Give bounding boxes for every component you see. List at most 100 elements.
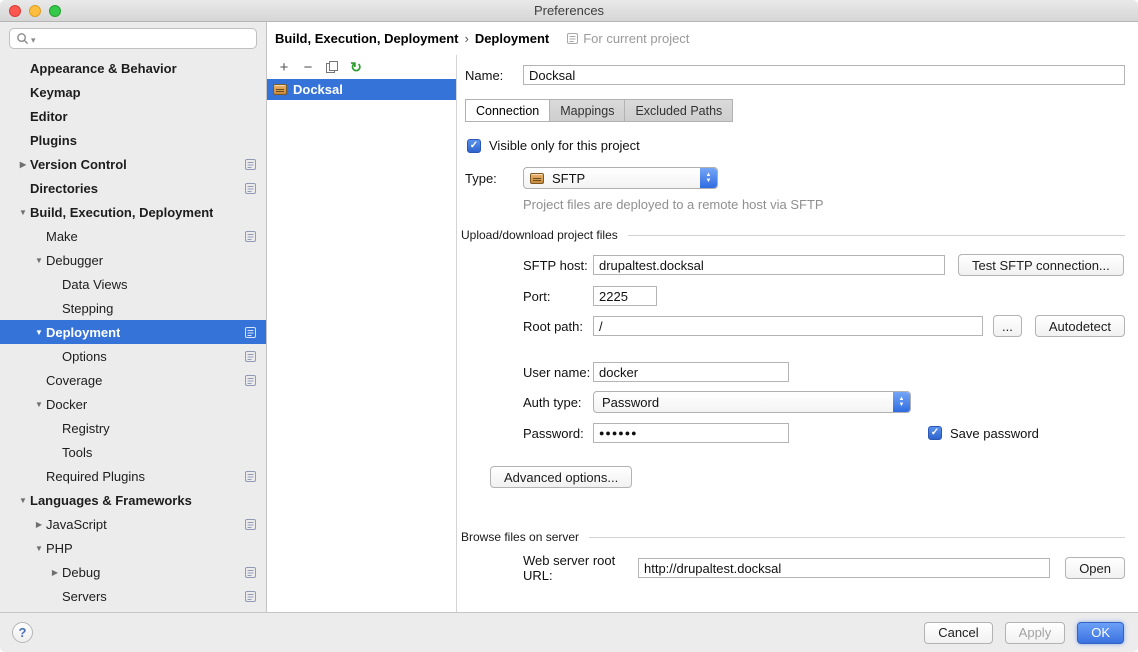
sidebar-item-appearance-behavior[interactable]: Appearance & Behavior (0, 56, 266, 80)
chevron-right-icon[interactable] (32, 520, 46, 529)
sftp-host-input[interactable] (593, 255, 945, 275)
breadcrumb: Build, Execution, Deployment › Deploymen… (267, 22, 1138, 55)
sidebar-item-languages-frameworks[interactable]: Languages & Frameworks (0, 488, 266, 512)
sftp-type-icon (530, 173, 544, 184)
sidebar-item-registry[interactable]: Registry (0, 416, 266, 440)
settings-search-box[interactable] (9, 28, 257, 49)
type-dropdown[interactable]: SFTP (523, 167, 718, 189)
auth-type-value: Password (594, 395, 893, 410)
sidebar-item-debugger[interactable]: Debugger (0, 248, 266, 272)
sidebar-item-make[interactable]: Make (0, 224, 266, 248)
sidebar-item-debug[interactable]: Debug (0, 560, 266, 584)
chevron-down-icon[interactable] (32, 544, 46, 553)
password-input[interactable] (593, 423, 789, 443)
name-label: Name: (465, 68, 523, 83)
window-controls (9, 5, 61, 17)
browse-section-title: Browse files on server (461, 530, 579, 544)
type-value: SFTP (544, 171, 700, 186)
root-path-label: Root path: (523, 319, 593, 334)
sidebar-item-coverage[interactable]: Coverage (0, 368, 266, 392)
minimize-window-button[interactable] (29, 5, 41, 17)
sftp-server-icon (273, 84, 287, 95)
password-label: Password: (523, 426, 593, 441)
sidebar-item-php[interactable]: PHP (0, 536, 266, 560)
titlebar: Preferences (0, 0, 1138, 22)
sidebar-item-docker[interactable]: Docker (0, 392, 266, 416)
sidebar-item-deployment[interactable]: Deployment (0, 320, 266, 344)
open-url-button[interactable]: Open (1065, 557, 1125, 579)
auth-type-label: Auth type: (523, 395, 593, 410)
save-password-label: Save password (950, 426, 1039, 441)
servers-pane: Docksal (267, 55, 457, 612)
dropdown-stepper-icon (893, 392, 910, 412)
sidebar-item-editor[interactable]: Editor (0, 104, 266, 128)
sidebar-item-servers[interactable]: Servers (0, 584, 266, 608)
user-name-input[interactable] (593, 362, 789, 382)
chevron-down-icon[interactable] (16, 496, 30, 505)
chevron-down-icon[interactable] (32, 256, 46, 265)
help-button[interactable]: ? (12, 622, 33, 643)
sidebar-item-build-execution-deployment[interactable]: Build, Execution, Deployment (0, 200, 266, 224)
search-icon (16, 32, 29, 45)
server-list-item[interactable]: Docksal (267, 79, 456, 100)
sidebar-item-data-views[interactable]: Data Views (0, 272, 266, 296)
user-name-label: User name: (523, 365, 593, 380)
sync-server-button[interactable] (347, 58, 365, 76)
chevron-down-icon[interactable] (16, 208, 30, 217)
sidebar-item-keymap[interactable]: Keymap (0, 80, 266, 104)
cancel-button[interactable]: Cancel (924, 622, 992, 644)
section-divider (589, 537, 1125, 538)
save-password-checkbox[interactable] (928, 426, 942, 440)
sidebar-item-required-plugins[interactable]: Required Plugins (0, 464, 266, 488)
apply-button[interactable]: Apply (1005, 622, 1066, 644)
preferences-window: Preferences Appearance & Behavior Keymap… (0, 0, 1138, 652)
settings-tree: Appearance & Behavior Keymap Editor Plug… (0, 56, 266, 612)
dialog-footer: ? Cancel Apply OK (0, 612, 1138, 652)
chevron-right-icon[interactable] (48, 568, 62, 577)
chevron-down-icon[interactable] (32, 328, 46, 337)
browse-root-path-button[interactable]: ... (993, 315, 1022, 337)
auth-type-dropdown[interactable]: Password (593, 391, 911, 413)
web-root-label: Web server root URL: (523, 553, 638, 583)
project-settings-icon (245, 327, 256, 338)
root-path-input[interactable] (593, 316, 983, 336)
test-connection-button[interactable]: Test SFTP connection... (958, 254, 1124, 276)
server-name: Docksal (293, 82, 343, 97)
project-settings-icon (567, 33, 578, 44)
server-list: Docksal (267, 79, 456, 100)
chevron-down-icon[interactable] (32, 400, 46, 409)
name-input[interactable] (523, 65, 1125, 85)
project-settings-icon (245, 375, 256, 386)
zoom-window-button[interactable] (49, 5, 61, 17)
sidebar-item-plugins[interactable]: Plugins (0, 128, 266, 152)
tab-mappings[interactable]: Mappings (549, 99, 625, 122)
remove-server-button[interactable] (299, 58, 317, 76)
sidebar-item-stepping[interactable]: Stepping (0, 296, 266, 320)
add-server-button[interactable] (275, 58, 293, 76)
search-input[interactable] (38, 29, 252, 48)
breadcrumb-parent[interactable]: Build, Execution, Deployment (275, 31, 458, 46)
sidebar-item-javascript[interactable]: JavaScript (0, 512, 266, 536)
sftp-host-label: SFTP host: (523, 258, 593, 273)
sidebar-item-options[interactable]: Options (0, 344, 266, 368)
visible-only-checkbox[interactable] (467, 139, 481, 153)
copy-server-button[interactable] (323, 58, 341, 76)
sidebar-item-version-control[interactable]: Version Control (0, 152, 266, 176)
visible-only-label: Visible only for this project (489, 138, 640, 153)
project-settings-icon (245, 231, 256, 242)
sidebar-item-directories[interactable]: Directories (0, 176, 266, 200)
tab-excluded-paths[interactable]: Excluded Paths (624, 99, 733, 122)
web-root-input[interactable] (638, 558, 1050, 578)
chevron-right-icon[interactable] (16, 160, 30, 169)
tab-connection[interactable]: Connection (465, 99, 550, 122)
close-window-button[interactable] (9, 5, 21, 17)
servers-toolbar (267, 55, 456, 79)
advanced-options-button[interactable]: Advanced options... (490, 466, 632, 488)
sidebar-item-tools[interactable]: Tools (0, 440, 266, 464)
ok-button[interactable]: OK (1077, 622, 1124, 644)
autodetect-button[interactable]: Autodetect (1035, 315, 1125, 337)
search-options-icon[interactable] (31, 30, 36, 48)
port-input[interactable] (593, 286, 657, 306)
upload-section-title: Upload/download project files (461, 228, 618, 242)
project-settings-icon (245, 519, 256, 530)
